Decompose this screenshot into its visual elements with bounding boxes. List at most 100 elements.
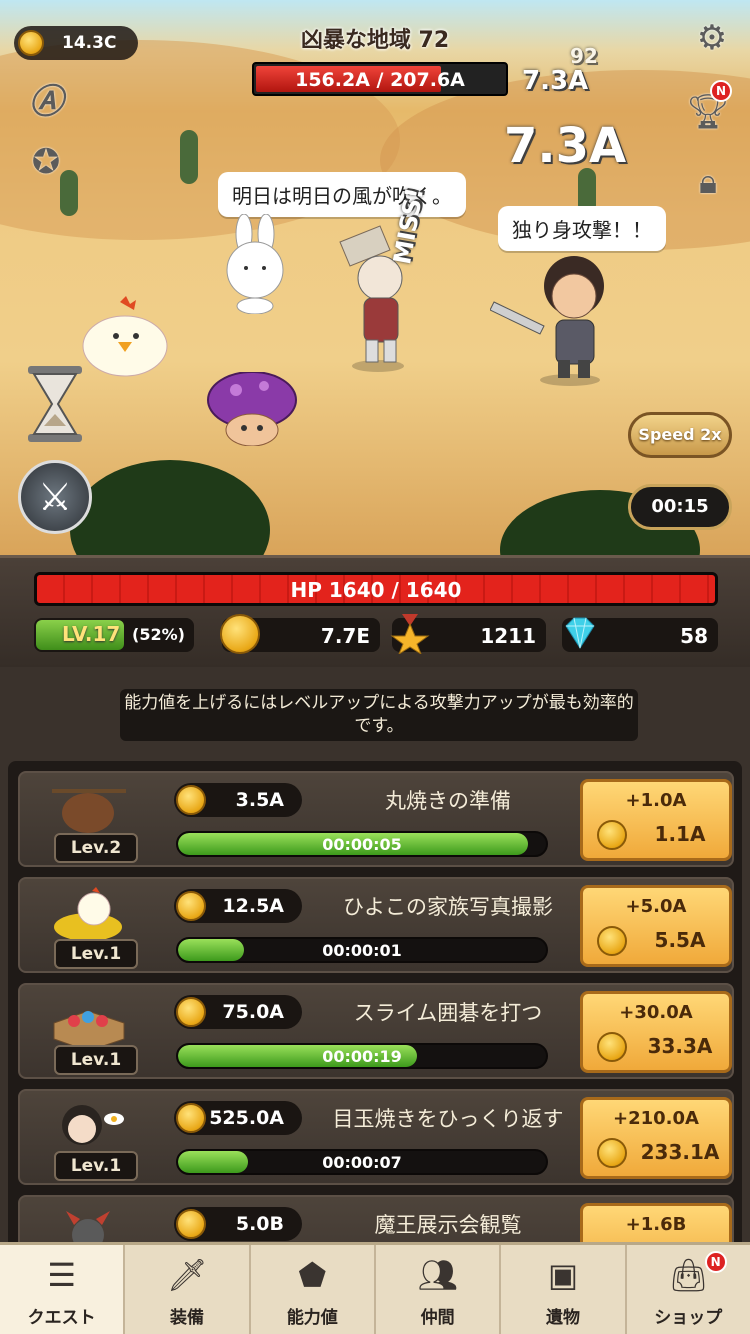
tab-equipment[interactable]: 🗡︎ 装備 xyxy=(125,1245,251,1334)
roast-boar-quest-icon xyxy=(52,789,126,833)
chick-family-quest-icon xyxy=(54,887,122,941)
quest-upgrade-button[interactable]: +1.0A 1.1A xyxy=(580,779,732,861)
diamond-icon xyxy=(565,617,595,649)
coin-icon xyxy=(176,1209,206,1239)
stage-name: 凶暴な地域 xyxy=(300,28,411,53)
tab-label: 能力値 xyxy=(286,1308,338,1328)
purple-mushroom-enemy xyxy=(207,372,297,446)
tab-shop[interactable]: 👜︎ ショップ N xyxy=(627,1245,750,1334)
coin-icon xyxy=(176,785,206,815)
battle-scene: 14.3C 凶暴な地域 72 156.2A / 207.6A 7.3A 92 7… xyxy=(0,0,750,555)
quest-progress-bar: 00:00:05 xyxy=(176,831,548,857)
speech-bubble-right: 独り身攻撃！！ xyxy=(498,206,666,251)
tab-quest[interactable]: ☰ クエスト xyxy=(0,1245,126,1334)
quest-name: ひよこの家族写真撮影 xyxy=(343,895,553,919)
quest-income-value: 525.0A xyxy=(209,1107,284,1129)
rabbit-enemy xyxy=(226,214,284,314)
coin-icon xyxy=(18,30,44,56)
tab-party[interactable]: 👥︎ 仲間 xyxy=(376,1245,502,1334)
boost-timer[interactable]: 00:15 xyxy=(628,484,732,530)
quest-upgrade-button[interactable]: +210.0A 233.1A xyxy=(580,1097,732,1179)
coin-icon xyxy=(597,1032,627,1062)
chest-icon: ▣ xyxy=(547,1256,579,1294)
player-status-panel: HP 1640 / 1640 LV.17 (52%) 7.7E 1211 58 xyxy=(0,555,750,667)
gold-box: 7.7E xyxy=(220,614,380,654)
stats-icon: ⬟ xyxy=(298,1256,327,1294)
quest-income: 3.5A xyxy=(174,783,302,817)
lock-icon[interactable]: 🔒︎ xyxy=(684,158,732,206)
party-icon: 👥︎ xyxy=(417,1256,459,1294)
upgrade-cost: 1.1A xyxy=(654,822,706,846)
stage-number: 72 xyxy=(418,28,450,53)
quest-timer: 00:00:05 xyxy=(322,835,402,854)
player-hp-bar: HP 1640 / 1640 xyxy=(34,572,718,606)
tab-label: 装備 xyxy=(169,1308,204,1328)
quest-upgrade-button[interactable]: +30.0A 33.3A xyxy=(580,991,732,1073)
hourglass-icon[interactable] xyxy=(26,366,84,442)
crossed-swords-skill-button[interactable]: ⚔ xyxy=(18,460,92,534)
upgrade-gain: +1.0A xyxy=(625,790,687,811)
coin-counter: 14.3C xyxy=(14,26,138,60)
level-percent: (52%) xyxy=(132,625,185,644)
quest-income: 12.5A xyxy=(174,889,302,923)
coin-icon xyxy=(597,820,627,850)
upgrade-gain: +210.0A xyxy=(613,1108,699,1129)
quest-progress-bar: 00:00:07 xyxy=(176,1149,548,1175)
level-value: LV.17 xyxy=(62,622,121,646)
medal-value: 1211 xyxy=(480,624,536,648)
coin-icon xyxy=(597,1138,627,1168)
tab-label: 遺物 xyxy=(545,1308,580,1328)
speech-bubble-left: 明日は明日の風が吹く。 xyxy=(218,172,466,217)
shop-new-badge: N xyxy=(704,1251,727,1273)
upgrade-cost: 5.5A xyxy=(654,928,706,952)
tab-label: 仲間 xyxy=(420,1308,455,1328)
tab-relics[interactable]: ▣ 遺物 xyxy=(501,1245,627,1334)
enemy-hp-text: 156.2A / 207.6A xyxy=(295,69,465,91)
bottom-tab-bar: ☰ クエスト 🗡︎ 装備 ⬟ 能力値 👥︎ 仲間 ▣ 遺物 👜︎ ショップ N xyxy=(0,1242,750,1334)
quest-timer: 00:00:07 xyxy=(322,1153,402,1172)
quest-row: Lev.1 75.0A スライム囲碁を打つ 00:00:19 +30.0A 33.… xyxy=(18,983,734,1079)
trophy-new-badge: N xyxy=(710,80,732,102)
bush xyxy=(70,460,270,555)
upgrade-cost: 233.1A xyxy=(640,1140,720,1164)
damage-number: 92 xyxy=(570,44,598,68)
damage-number: 7.3A xyxy=(504,118,627,174)
player-hp-text: HP 1640 / 1640 xyxy=(290,578,462,602)
quest-income-value: 5.0B xyxy=(235,1213,284,1235)
maid-egg-quest-icon xyxy=(62,1105,124,1145)
upgrade-gain: +5.0A xyxy=(625,896,687,917)
settings-gear-icon[interactable]: ⚙ xyxy=(688,14,736,62)
quest-list[interactable]: Lev.2 3.5A 丸焼きの準備 00:00:05 +1.0A 1.1A Lev… xyxy=(8,761,742,1261)
achievement-medal-icon[interactable]: ✪ xyxy=(22,138,70,186)
upgrade-gain: +30.0A xyxy=(619,1002,693,1023)
quest-timer: 00:00:01 xyxy=(322,941,402,960)
quest-name: 目玉焼きをひっくり返す xyxy=(332,1107,564,1131)
quest-level: Lev.1 xyxy=(54,1045,138,1075)
upgrade-cost: 33.3A xyxy=(647,1034,713,1058)
quest-income-value: 75.0A xyxy=(222,1001,284,1023)
quest-name: 丸焼きの準備 xyxy=(385,789,511,813)
quest-level: Lev.1 xyxy=(54,1151,138,1181)
quest-income: 5.0B xyxy=(174,1207,302,1241)
quest-upgrade-button[interactable]: +5.0A 5.5A xyxy=(580,885,732,967)
speed-button[interactable]: Speed 2x xyxy=(628,412,732,458)
avengers-icon[interactable]: Ⓐ xyxy=(22,74,70,122)
enemy-hp-bar: 156.2A / 207.6A xyxy=(252,62,508,96)
gem-box: 58 xyxy=(562,617,718,652)
gold-coin-icon xyxy=(220,614,260,654)
chicken-enemy xyxy=(82,296,168,377)
quest-row: Lev.1 525.0A 目玉焼きをひっくり返す 00:00:07 +210.0… xyxy=(18,1089,734,1185)
medal-star-icon xyxy=(390,614,430,654)
tab-label: ショップ xyxy=(654,1308,723,1328)
quest-income-value: 12.5A xyxy=(222,895,284,917)
tab-stats[interactable]: ⬟ 能力値 xyxy=(251,1245,376,1334)
gem-value: 58 xyxy=(680,624,708,648)
level-box: LV.17 (52%) xyxy=(34,618,194,652)
coin-value: 14.3C xyxy=(62,33,117,53)
quest-income: 75.0A xyxy=(174,995,302,1029)
quest-row: Lev.2 3.5A 丸焼きの準備 00:00:05 +1.0A 1.1A xyxy=(18,771,734,867)
quest-level: Lev.1 xyxy=(54,939,138,969)
swordsman-hero xyxy=(490,256,604,386)
equipment-icon: 🗡︎ xyxy=(166,1256,208,1294)
quest-panel: 能力値を上げるにはレベルアップによる攻撃力アップが最も効率的です。 Lev.2 … xyxy=(0,667,750,1261)
